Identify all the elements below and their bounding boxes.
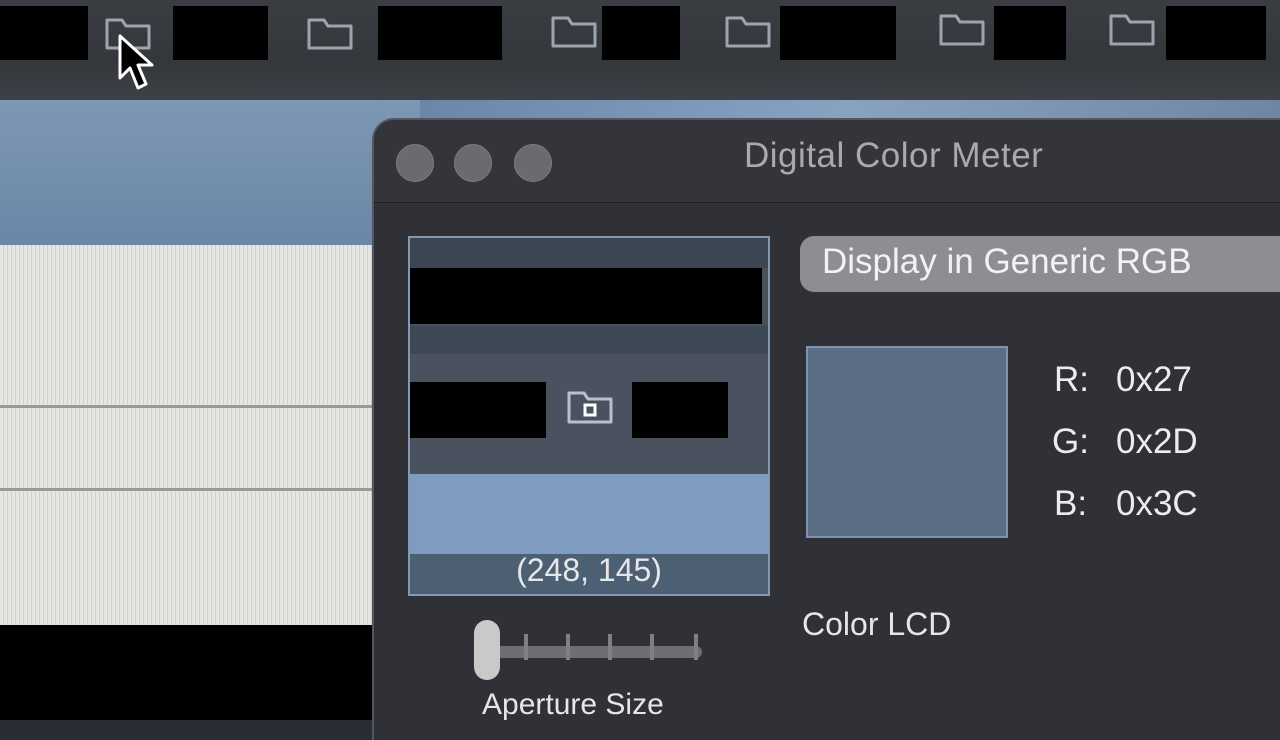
redacted-region (0, 625, 380, 720)
minimize-button[interactable] (454, 144, 492, 182)
magnifier-preview: (248, 145) (408, 236, 770, 596)
slider-tick (524, 634, 528, 660)
preview-band (410, 474, 768, 554)
aperture-size-label: Aperture Size (482, 688, 664, 721)
preview-band (410, 238, 768, 268)
preview-band (410, 326, 768, 354)
bookmarks-bar (0, 0, 1280, 100)
zoom-button[interactable] (514, 144, 552, 182)
aperture-slider-track[interactable] (486, 646, 702, 658)
red-value: 0x27 (1116, 360, 1192, 399)
background-window-content (0, 245, 380, 625)
divider (0, 405, 380, 408)
aperture-slider-thumb[interactable] (474, 620, 500, 680)
slider-tick (650, 634, 654, 660)
redacted-label (1166, 6, 1266, 60)
slider-tick (694, 634, 698, 660)
cursor-coordinates: (248, 145) (516, 552, 662, 588)
folder-icon[interactable] (550, 14, 598, 50)
redacted-label (780, 6, 896, 60)
color-meter-window: Digital Color Meter (248, 145) Display i… (372, 118, 1280, 740)
green-label: G: (1052, 422, 1089, 461)
redacted-label (378, 6, 502, 60)
green-value: 0x2D (1116, 422, 1198, 461)
color-swatch (806, 346, 1008, 538)
redacted-label (410, 382, 546, 438)
window-titlebar: Digital Color Meter (374, 120, 1280, 203)
close-button[interactable] (396, 144, 434, 182)
slider-tick (608, 634, 612, 660)
redacted-label (602, 6, 680, 60)
slider-tick (566, 634, 570, 660)
folder-icon[interactable] (724, 14, 772, 50)
mouse-pointer-icon (116, 34, 156, 92)
display-profile-name: Color LCD (802, 606, 952, 642)
folder-icon[interactable] (1108, 12, 1156, 48)
redacted-label (410, 268, 762, 324)
display-mode-popup[interactable]: Display in Generic RGB (800, 236, 1280, 292)
folder-icon (566, 388, 614, 426)
display-mode-label: Display in Generic RGB (822, 242, 1192, 281)
red-label: R: (1054, 360, 1089, 399)
redacted-label (173, 6, 268, 60)
folder-icon[interactable] (306, 16, 354, 52)
redacted-label (632, 382, 728, 438)
folder-icon[interactable] (938, 12, 986, 48)
desktop-background (0, 100, 420, 245)
blue-value: 0x3C (1116, 484, 1198, 523)
window-title: Digital Color Meter (744, 136, 1044, 175)
redacted-label (994, 6, 1066, 60)
blue-label: B: (1054, 484, 1088, 523)
redacted-label (0, 6, 88, 60)
divider (0, 488, 380, 491)
